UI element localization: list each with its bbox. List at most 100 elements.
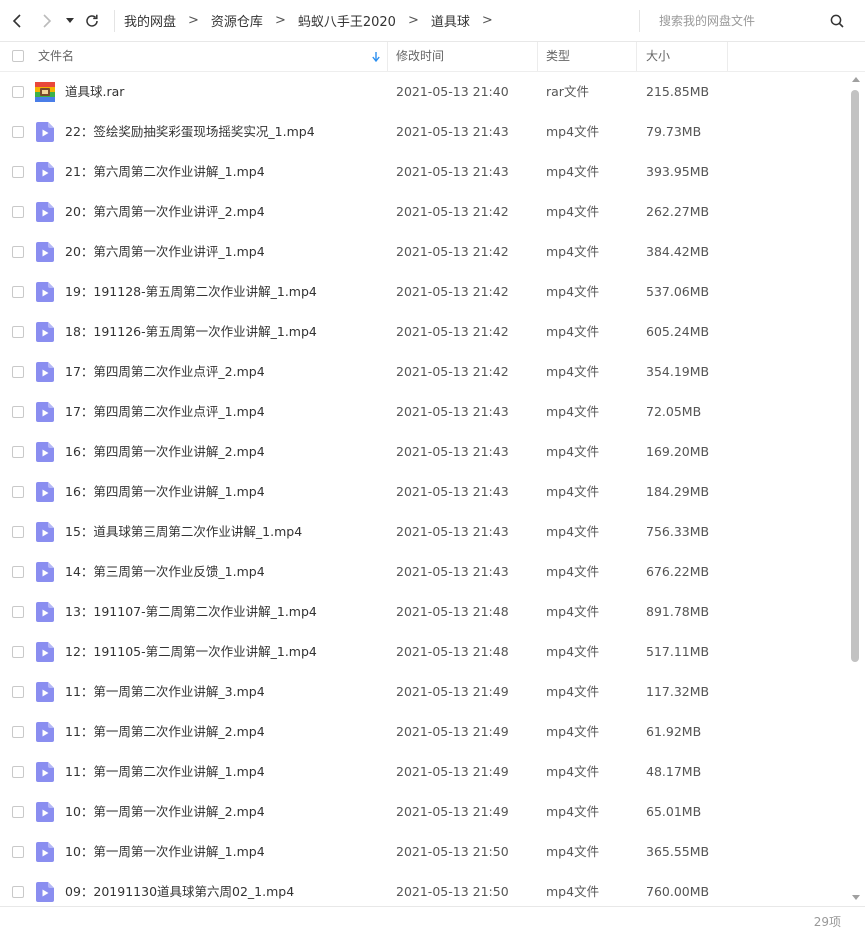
refresh-icon: [86, 14, 98, 27]
file-type: mp4文件: [546, 724, 600, 739]
row-checkbox[interactable]: [12, 326, 24, 338]
video-icon: [36, 682, 54, 702]
file-name[interactable]: 20：第六周第一次作业讲评_1.mp4: [65, 232, 265, 272]
column-divider[interactable]: [636, 42, 637, 71]
file-name[interactable]: 09：20191130道具球第六周02_1.mp4: [65, 872, 294, 906]
row-checkbox[interactable]: [12, 566, 24, 578]
file-name[interactable]: 11：第一周第二次作业讲解_2.mp4: [65, 712, 265, 752]
file-row[interactable]: 13：191107-第二周第二次作业讲解_1.mp4 2021-05-13 21…: [0, 592, 850, 632]
file-row[interactable]: 10：第一周第一次作业讲解_1.mp4 2021-05-13 21:50 mp4…: [0, 832, 850, 872]
row-checkbox[interactable]: [12, 446, 24, 458]
file-row[interactable]: 11：第一周第二次作业讲解_1.mp4 2021-05-13 21:49 mp4…: [0, 752, 850, 792]
file-row[interactable]: 道具球.rar 2021-05-13 21:40 rar文件 215.85MB: [0, 72, 850, 112]
file-row[interactable]: 15：道具球第三周第二次作业讲解_1.mp4 2021-05-13 21:43 …: [0, 512, 850, 552]
row-checkbox[interactable]: [12, 86, 24, 98]
vertical-scrollbar[interactable]: [849, 72, 863, 906]
file-name[interactable]: 10：第一周第一次作业讲解_1.mp4: [65, 832, 265, 872]
scroll-down-arrow-icon[interactable]: [852, 895, 860, 900]
breadcrumb-item-current[interactable]: 道具球: [431, 11, 470, 30]
column-divider[interactable]: [537, 42, 538, 71]
column-header-name[interactable]: 文件名: [38, 42, 386, 71]
breadcrumb-item-my-drive[interactable]: 我的网盘: [124, 11, 176, 30]
file-row[interactable]: 16：第四周第一次作业讲解_2.mp4 2021-05-13 21:43 mp4…: [0, 432, 850, 472]
row-checkbox[interactable]: [12, 846, 24, 858]
file-list-header: 文件名 修改时间 类型 大小: [0, 42, 865, 72]
file-size: 72.05MB: [646, 404, 702, 419]
file-row[interactable]: 14：第三周第一次作业反馈_1.mp4 2021-05-13 21:43 mp4…: [0, 552, 850, 592]
file-name[interactable]: 21：第六周第二次作业讲解_1.mp4: [65, 152, 265, 192]
file-row[interactable]: 10：第一周第一次作业讲解_2.mp4 2021-05-13 21:49 mp4…: [0, 792, 850, 832]
file-row[interactable]: 16：第四周第一次作业讲解_1.mp4 2021-05-13 21:43 mp4…: [0, 472, 850, 512]
file-row[interactable]: 11：第一周第二次作业讲解_3.mp4 2021-05-13 21:49 mp4…: [0, 672, 850, 712]
file-name[interactable]: 16：第四周第一次作业讲解_1.mp4: [65, 472, 265, 512]
row-checkbox[interactable]: [12, 126, 24, 138]
file-type: mp4文件: [546, 404, 600, 419]
breadcrumb-separator[interactable]: >: [482, 13, 493, 28]
column-divider[interactable]: [727, 42, 728, 71]
file-name[interactable]: 17：第四周第二次作业点评_1.mp4: [65, 392, 265, 432]
breadcrumb-item-resource-repo[interactable]: 资源仓库: [211, 11, 263, 30]
file-modified-time: 2021-05-13 21:42: [396, 284, 509, 299]
row-checkbox[interactable]: [12, 806, 24, 818]
file-row[interactable]: 22：签绘奖励抽奖彩蛋现场摇奖实况_1.mp4 2021-05-13 21:43…: [0, 112, 850, 152]
row-checkbox[interactable]: [12, 206, 24, 218]
row-checkbox[interactable]: [12, 246, 24, 258]
scroll-up-arrow-icon[interactable]: [852, 77, 860, 82]
column-header-size[interactable]: 大小: [646, 42, 670, 71]
file-name[interactable]: 22：签绘奖励抽奖彩蛋现场摇奖实况_1.mp4: [65, 112, 315, 152]
search-button[interactable]: [825, 9, 849, 33]
file-size: 184.29MB: [646, 484, 710, 499]
file-row[interactable]: 17：第四周第二次作业点评_1.mp4 2021-05-13 21:43 mp4…: [0, 392, 850, 432]
row-checkbox[interactable]: [12, 286, 24, 298]
file-name[interactable]: 10：第一周第一次作业讲解_2.mp4: [65, 792, 265, 832]
file-size: 354.19MB: [646, 364, 710, 379]
file-name[interactable]: 14：第三周第一次作业反馈_1.mp4: [65, 552, 265, 592]
history-dropdown-button[interactable]: [62, 9, 78, 33]
video-icon: [36, 722, 54, 742]
column-header-type[interactable]: 类型: [546, 42, 570, 71]
file-name[interactable]: 11：第一周第二次作业讲解_3.mp4: [65, 672, 265, 712]
file-name[interactable]: 11：第一周第二次作业讲解_1.mp4: [65, 752, 265, 792]
file-row[interactable]: 20：第六周第一次作业讲评_2.mp4 2021-05-13 21:42 mp4…: [0, 192, 850, 232]
row-checkbox[interactable]: [12, 646, 24, 658]
file-name[interactable]: 16：第四周第一次作业讲解_2.mp4: [65, 432, 265, 472]
file-name[interactable]: 13：191107-第二周第二次作业讲解_1.mp4: [65, 592, 317, 632]
file-row[interactable]: 18：191126-第五周第一次作业讲解_1.mp4 2021-05-13 21…: [0, 312, 850, 352]
file-name[interactable]: 15：道具球第三周第二次作业讲解_1.mp4: [65, 512, 302, 552]
file-name[interactable]: 道具球.rar: [65, 72, 124, 112]
row-checkbox[interactable]: [12, 606, 24, 618]
breadcrumb-item-folder[interactable]: 蚂蚁八手王2020: [298, 11, 396, 30]
row-checkbox[interactable]: [12, 726, 24, 738]
file-name[interactable]: 18：191126-第五周第一次作业讲解_1.mp4: [65, 312, 317, 352]
file-name[interactable]: 17：第四周第二次作业点评_2.mp4: [65, 352, 265, 392]
file-size: 117.32MB: [646, 684, 710, 699]
back-button[interactable]: [6, 9, 30, 33]
file-row[interactable]: 17：第四周第二次作业点评_2.mp4 2021-05-13 21:42 mp4…: [0, 352, 850, 392]
column-header-time[interactable]: 修改时间: [396, 42, 444, 71]
file-name[interactable]: 19：191128-第五周第二次作业讲解_1.mp4: [65, 272, 317, 312]
row-checkbox[interactable]: [12, 526, 24, 538]
search-input[interactable]: [657, 12, 819, 29]
forward-button[interactable]: [34, 9, 58, 33]
file-row[interactable]: 21：第六周第二次作业讲解_1.mp4 2021-05-13 21:43 mp4…: [0, 152, 850, 192]
breadcrumb: 我的网盘 > 资源仓库 > 蚂蚁八手王2020 > 道具球 >: [124, 11, 639, 30]
refresh-button[interactable]: [80, 9, 104, 33]
file-row[interactable]: 12：191105-第二周第一次作业讲解_1.mp4 2021-05-13 21…: [0, 632, 850, 672]
file-row[interactable]: 09：20191130道具球第六周02_1.mp4 2021-05-13 21:…: [0, 872, 850, 906]
row-checkbox[interactable]: [12, 366, 24, 378]
file-row[interactable]: 19：191128-第五周第二次作业讲解_1.mp4 2021-05-13 21…: [0, 272, 850, 312]
file-size: 393.95MB: [646, 164, 710, 179]
scrollbar-thumb[interactable]: [851, 90, 859, 662]
file-row[interactable]: 20：第六周第一次作业讲评_1.mp4 2021-05-13 21:42 mp4…: [0, 232, 850, 272]
file-row[interactable]: 11：第一周第二次作业讲解_2.mp4 2021-05-13 21:49 mp4…: [0, 712, 850, 752]
file-name[interactable]: 12：191105-第二周第一次作业讲解_1.mp4: [65, 632, 317, 672]
select-all-checkbox[interactable]: [12, 50, 24, 62]
row-checkbox[interactable]: [12, 886, 24, 898]
row-checkbox[interactable]: [12, 406, 24, 418]
row-checkbox[interactable]: [12, 486, 24, 498]
row-checkbox[interactable]: [12, 766, 24, 778]
file-name[interactable]: 20：第六周第一次作业讲评_2.mp4: [65, 192, 265, 232]
row-checkbox[interactable]: [12, 166, 24, 178]
row-checkbox[interactable]: [12, 686, 24, 698]
column-divider[interactable]: [387, 42, 388, 71]
